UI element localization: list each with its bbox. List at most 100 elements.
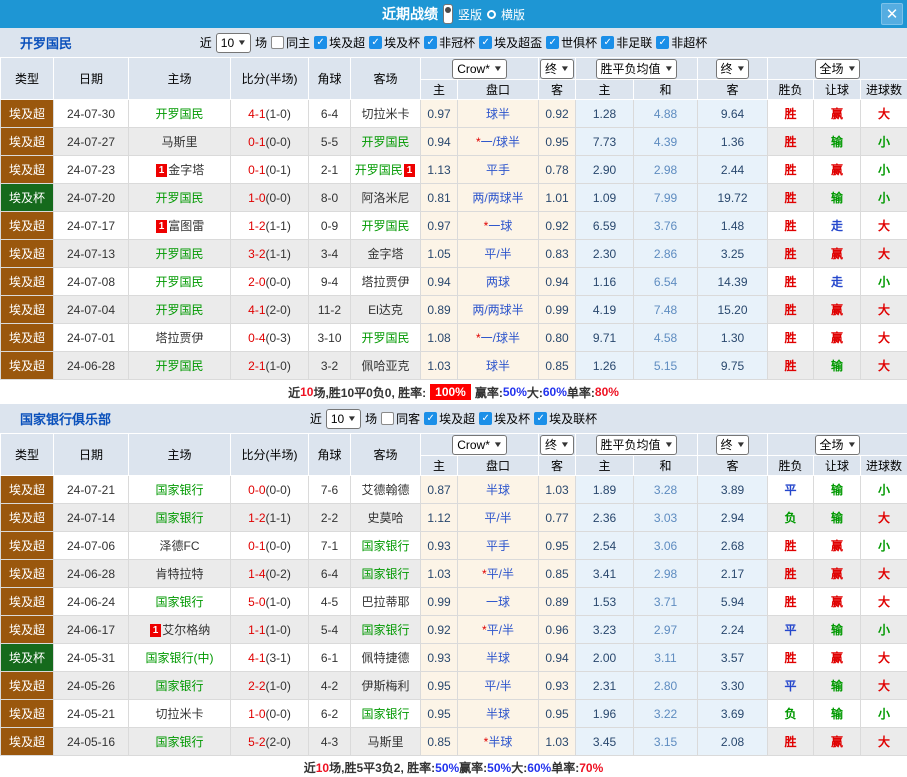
handicap-result-cell: 赢	[814, 296, 861, 324]
checkbox-checked-icon[interactable]: ✓	[479, 36, 492, 49]
league-filter-checkbox-2[interactable]: ✓埃及杯	[479, 410, 530, 427]
bookmaker-select[interactable]: Crow*▼	[452, 59, 507, 79]
handicap-result-cell: 赢	[814, 728, 861, 756]
team-link[interactable]: 国家银行	[155, 483, 203, 497]
team-link[interactable]: 巴拉蒂耶	[361, 595, 409, 609]
team-link[interactable]: 国家银行	[361, 539, 409, 553]
team-link[interactable]: 开罗国民	[155, 247, 203, 261]
league-filter-checkbox-1[interactable]: ✓埃及超	[314, 34, 365, 51]
match-count-select[interactable]: 10▼	[216, 33, 251, 53]
league-filter-checkbox-2[interactable]: ✓埃及杯	[369, 34, 420, 51]
league-filter-checkbox-3[interactable]: ✓埃及联杯	[534, 410, 597, 427]
checkbox-checked-icon[interactable]: ✓	[601, 36, 614, 49]
team-link[interactable]: 开罗国民	[155, 107, 203, 121]
team-link[interactable]: 塔拉贾伊	[155, 331, 203, 345]
team-link[interactable]: 国家银行	[361, 707, 409, 721]
sub-column-header: 和	[634, 80, 698, 100]
team-link[interactable]: 伊斯梅利	[361, 679, 409, 693]
team-link[interactable]: 佩特捷德	[361, 651, 409, 665]
score-cell: 2-2(1-0)	[231, 672, 309, 700]
team-link[interactable]: 金字塔	[367, 247, 403, 261]
league-type-cell: 埃及超	[1, 532, 54, 560]
team-link[interactable]: 开罗国民	[361, 135, 409, 149]
match-row: 埃及超24-07-06泽德FC0-1(0-0)7-1国家银行0.93平手0.95…	[1, 532, 907, 560]
team-link[interactable]: 肯特拉特	[155, 567, 203, 581]
team-link[interactable]: 马斯里	[161, 135, 197, 149]
match-row: 埃及超24-07-21国家银行0-0(0-0)7-6艾德翰德0.87半球1.03…	[1, 476, 907, 504]
scope-select[interactable]: 全场▼	[815, 435, 861, 455]
checkbox-checked-icon[interactable]: ✓	[424, 412, 437, 425]
same-venue-checkbox[interactable]: 同主	[271, 34, 310, 51]
team-link[interactable]: 开罗国民	[155, 275, 203, 289]
team-link[interactable]: 切拉米卡	[155, 707, 203, 721]
league-filter-checkbox-3[interactable]: ✓非冠杯	[424, 34, 475, 51]
team-link[interactable]: 开罗国民	[361, 219, 409, 233]
checkbox-checked-icon[interactable]: ✓	[479, 412, 492, 425]
checkbox-checked-icon[interactable]: ✓	[656, 36, 669, 49]
league-filter-checkbox-1[interactable]: ✓埃及超	[424, 410, 475, 427]
final-odds-select-1[interactable]: 终▼	[540, 435, 574, 455]
checkbox-checked-icon[interactable]: ✓	[424, 36, 437, 49]
radio-vertical-label[interactable]: 竖版	[458, 6, 482, 23]
away-team-cell: 国家银行	[351, 616, 421, 644]
checkbox-checked-icon[interactable]: ✓	[314, 36, 327, 49]
scope-select[interactable]: 全场▼	[815, 59, 861, 79]
radio-vertical-selected-icon[interactable]	[443, 4, 453, 24]
team-link[interactable]: 金字塔	[168, 163, 204, 177]
europe-home-odds-cell: 1.89	[576, 476, 634, 504]
europe-odds-select[interactable]: 胜平负均值▼	[596, 435, 678, 455]
team-link[interactable]: 塔拉贾伊	[361, 275, 409, 289]
away-team-cell: 金字塔	[351, 240, 421, 268]
team-link[interactable]: 国家银行	[361, 623, 409, 637]
team-link[interactable]: 国家银行	[155, 735, 203, 749]
team-link[interactable]: 开罗国民	[155, 359, 203, 373]
asian-away-odds-cell: 0.94	[539, 644, 576, 672]
radio-horizontal-label[interactable]: 横版	[501, 6, 525, 23]
team-link[interactable]: 国家银行	[155, 679, 203, 693]
team-link[interactable]: 开罗国民	[155, 191, 203, 205]
final-odds-select-1[interactable]: 终▼	[540, 59, 574, 79]
same-venue-checkbox[interactable]: 同客	[381, 410, 420, 427]
corner-cell: 7-1	[309, 532, 351, 560]
team-link[interactable]: 国家银行	[155, 511, 203, 525]
europe-away-odds-cell: 9.75	[698, 352, 768, 380]
team-link[interactable]: 富图雷	[168, 219, 204, 233]
team-link[interactable]: 艾尔格纳	[162, 623, 210, 637]
date-cell: 24-07-08	[54, 268, 129, 296]
team-link[interactable]: 史莫哈	[367, 511, 403, 525]
match-row: 埃及超24-05-26国家银行2-2(1-0)4-2伊斯梅利0.95平/半0.9…	[1, 672, 907, 700]
final-odds-select-2[interactable]: 终▼	[716, 435, 750, 455]
close-button[interactable]: ✕	[881, 3, 903, 25]
checkbox-unchecked-icon[interactable]	[381, 412, 394, 425]
league-filter-checkbox-6[interactable]: ✓非足联	[601, 34, 652, 51]
final-odds-select-2[interactable]: 终▼	[716, 59, 750, 79]
team-link[interactable]: 国家银行	[361, 567, 409, 581]
checkbox-unchecked-icon[interactable]	[271, 36, 284, 49]
radio-horizontal-icon[interactable]	[487, 10, 496, 19]
team-link[interactable]: 切拉米卡	[361, 107, 409, 121]
corner-cell: 6-1	[309, 644, 351, 672]
checkbox-checked-icon[interactable]: ✓	[534, 412, 547, 425]
europe-odds-select[interactable]: 胜平负均值▼	[596, 59, 678, 79]
team-link[interactable]: 国家银行	[155, 595, 203, 609]
league-filter-checkbox-7[interactable]: ✓非超杯	[656, 34, 707, 51]
team-link[interactable]: 开罗国民	[155, 303, 203, 317]
league-filter-checkbox-4[interactable]: ✓埃及超盃	[479, 34, 542, 51]
europe-home-odds-cell: 1.96	[576, 700, 634, 728]
bookmaker-select[interactable]: Crow*▼	[452, 435, 507, 455]
team-link[interactable]: El达克	[368, 303, 403, 317]
sub-column-header: 客	[539, 80, 576, 100]
team-link[interactable]: 开罗国民	[361, 331, 409, 345]
team-link[interactable]: 泽德FC	[160, 539, 200, 553]
team-link[interactable]: 国家银行(中)	[146, 651, 214, 665]
team-link[interactable]: 马斯里	[367, 735, 403, 749]
checkbox-checked-icon[interactable]: ✓	[369, 36, 382, 49]
match-count-select[interactable]: 10▼	[326, 409, 361, 429]
team-link[interactable]: 佩哈亚克	[361, 359, 409, 373]
team-link[interactable]: 开罗国民	[355, 163, 403, 177]
checkbox-checked-icon[interactable]: ✓	[546, 36, 559, 49]
league-filter-checkbox-5[interactable]: ✓世俱杯	[546, 34, 597, 51]
team-link[interactable]: 艾德翰德	[361, 483, 409, 497]
date-cell: 24-05-21	[54, 700, 129, 728]
team-link[interactable]: 阿洛米尼	[361, 191, 409, 205]
